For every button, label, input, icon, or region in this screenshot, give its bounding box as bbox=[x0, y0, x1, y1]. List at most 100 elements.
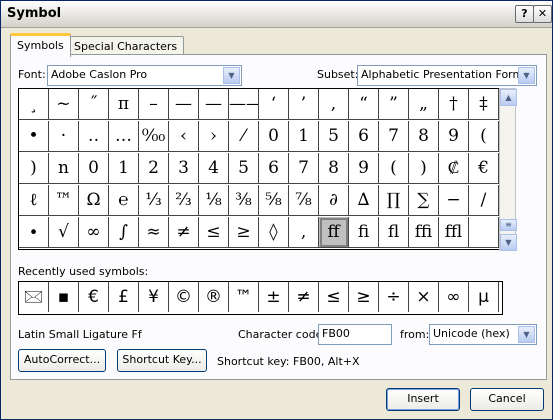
symbol-cell[interactable]: ≈ bbox=[139, 217, 169, 248]
symbol-cell[interactable]: ₡ bbox=[439, 153, 469, 184]
from-select[interactable]: Unicode (hex) ▼ bbox=[429, 324, 537, 345]
recent-symbol[interactable]: ® bbox=[199, 282, 229, 312]
symbol-cell[interactable]: 1 bbox=[109, 153, 139, 184]
recent-symbol[interactable]: ▪ bbox=[49, 282, 79, 312]
symbol-cell[interactable]: ≥ bbox=[229, 217, 259, 248]
symbol-cell[interactable]: ⁄ bbox=[229, 121, 259, 152]
symbol-cell[interactable]: ’ bbox=[289, 89, 319, 120]
symbol-cell[interactable]: ™ bbox=[49, 185, 79, 216]
symbol-cell[interactable]: 5 bbox=[319, 121, 349, 152]
symbol-cell[interactable]: 0 bbox=[79, 153, 109, 184]
symbol-cell[interactable]: ∏ bbox=[379, 185, 409, 216]
symbol-cell[interactable]: ⅝ bbox=[259, 185, 289, 216]
chevron-down-icon[interactable]: ▼ bbox=[518, 326, 535, 343]
recent-symbol[interactable]: ™ bbox=[229, 282, 259, 312]
symbol-cell[interactable]: ~ bbox=[49, 89, 79, 120]
subset-select[interactable]: Alphabetic Presentation Forms ▼ bbox=[357, 65, 537, 86]
recent-symbol[interactable]: ≥ bbox=[349, 282, 379, 312]
symbol-cell[interactable]: ) bbox=[409, 153, 439, 184]
symbol-cell[interactable]: … bbox=[109, 121, 139, 152]
symbol-cell[interactable]: ∆ bbox=[349, 185, 379, 216]
symbol-cell[interactable]: ℮ bbox=[109, 185, 139, 216]
symbol-cell[interactable]: Ω bbox=[79, 185, 109, 216]
symbol-cell[interactable]: ‡ bbox=[469, 89, 499, 120]
symbol-cell[interactable]: 2 bbox=[139, 153, 169, 184]
symbol-cell[interactable]: 8 bbox=[409, 121, 439, 152]
symbol-cell[interactable]: √ bbox=[49, 217, 79, 248]
font-select[interactable]: Adobe Caslon Pro ▼ bbox=[47, 65, 242, 86]
recent-symbol[interactable]: © bbox=[169, 282, 199, 312]
symbol-cell[interactable]: 0 bbox=[259, 121, 289, 152]
symbol-cell[interactable]: ﬃ bbox=[409, 217, 439, 248]
symbol-cell[interactable] bbox=[469, 217, 499, 248]
symbol-cell[interactable]: ( bbox=[379, 153, 409, 184]
symbol-cell[interactable]: • bbox=[19, 121, 49, 152]
symbol-cell[interactable]: 9 bbox=[439, 121, 469, 152]
symbol-cell[interactable]: ﬀ bbox=[319, 217, 349, 248]
symbol-cell[interactable]: π bbox=[109, 89, 139, 120]
symbol-cell[interactable]: ⅔ bbox=[169, 185, 199, 216]
symbol-cell[interactable]: ﬂ bbox=[379, 217, 409, 248]
scroll-thumb[interactable]: ≡ bbox=[500, 219, 517, 231]
symbol-cell[interactable]: ≤ bbox=[199, 217, 229, 248]
tab-symbols[interactable]: Symbols bbox=[10, 33, 71, 57]
recent-symbol[interactable]: × bbox=[409, 282, 439, 312]
symbol-cell[interactable]: 4 bbox=[199, 153, 229, 184]
symbol-cell[interactable]: › bbox=[199, 121, 229, 152]
symbol-cell[interactable]: ∙ bbox=[19, 217, 49, 248]
symbol-cell[interactable]: ” bbox=[379, 89, 409, 120]
recent-symbol[interactable]: ∞ bbox=[439, 282, 469, 312]
symbol-cell[interactable]: ℓ bbox=[19, 185, 49, 216]
symbol-cell[interactable]: 8 bbox=[319, 153, 349, 184]
symbol-cell[interactable]: ⅞ bbox=[289, 185, 319, 216]
cancel-button[interactable]: Cancel bbox=[470, 388, 544, 411]
symbol-cell[interactable]: ≠ bbox=[169, 217, 199, 248]
autocorrect-button[interactable]: AutoCorrect... bbox=[18, 349, 106, 372]
close-button[interactable]: ✕ bbox=[533, 5, 552, 23]
symbol-cell[interactable]: ˝ bbox=[79, 89, 109, 120]
insert-button[interactable]: Insert bbox=[386, 388, 460, 411]
recent-symbol[interactable]: ≠ bbox=[289, 282, 319, 312]
symbol-cell[interactable]: 7 bbox=[289, 153, 319, 184]
recent-symbol[interactable]: € bbox=[79, 282, 109, 312]
symbol-cell[interactable]: · bbox=[49, 121, 79, 152]
symbol-cell[interactable]: 3 bbox=[169, 153, 199, 184]
help-button[interactable]: ? bbox=[515, 5, 534, 23]
symbol-cell[interactable]: € bbox=[469, 153, 499, 184]
char-code-input[interactable]: FB00 bbox=[318, 324, 392, 345]
symbol-cell[interactable]: ( bbox=[469, 121, 499, 152]
chevron-down-icon[interactable]: ▼ bbox=[223, 67, 240, 84]
symbol-cell[interactable]: 9 bbox=[349, 153, 379, 184]
symbol-cell[interactable]: „ bbox=[409, 89, 439, 120]
symbol-cell[interactable]: ∂ bbox=[319, 185, 349, 216]
recent-symbol[interactable]: 🖂 bbox=[19, 282, 49, 312]
symbol-cell[interactable]: ‥ bbox=[79, 121, 109, 152]
recent-symbol[interactable]: ± bbox=[259, 282, 289, 312]
symbol-cell[interactable]: ◊ bbox=[259, 217, 289, 248]
symbol-cell[interactable]: — bbox=[169, 89, 199, 120]
scroll-up-icon[interactable]: ▲ bbox=[500, 89, 517, 106]
symbol-cell[interactable]: ‚ bbox=[289, 217, 319, 248]
symbol-cell[interactable]: † bbox=[439, 89, 469, 120]
symbol-cell[interactable]: − bbox=[439, 185, 469, 216]
symbol-cell[interactable]: 6 bbox=[259, 153, 289, 184]
recent-symbol[interactable]: £ bbox=[109, 282, 139, 312]
recent-symbol[interactable]: µ bbox=[469, 282, 499, 312]
symbol-cell[interactable]: ‘ bbox=[259, 89, 289, 120]
symbol-cell[interactable]: , bbox=[319, 89, 349, 120]
symbol-cell[interactable]: – bbox=[139, 89, 169, 120]
symbol-cell[interactable]: “ bbox=[349, 89, 379, 120]
chevron-down-icon[interactable]: ▼ bbox=[518, 67, 535, 84]
symbol-cell[interactable]: —— bbox=[229, 89, 259, 120]
recent-symbol[interactable]: ≤ bbox=[319, 282, 349, 312]
symbol-cell[interactable]: ‹ bbox=[169, 121, 199, 152]
symbol-cell[interactable]: 6 bbox=[349, 121, 379, 152]
symbol-cell[interactable]: ¸ bbox=[19, 89, 49, 120]
recent-symbol[interactable]: ¥ bbox=[139, 282, 169, 312]
symbol-cell[interactable]: ﬁ bbox=[349, 217, 379, 248]
grid-scrollbar[interactable]: ▲ ≡ ▼ bbox=[499, 88, 517, 251]
symbol-cell[interactable]: ) bbox=[19, 153, 49, 184]
symbol-cell[interactable]: ∕ bbox=[469, 185, 499, 216]
symbol-cell[interactable]: 7 bbox=[379, 121, 409, 152]
scroll-down-icon[interactable]: ▼ bbox=[500, 234, 517, 251]
